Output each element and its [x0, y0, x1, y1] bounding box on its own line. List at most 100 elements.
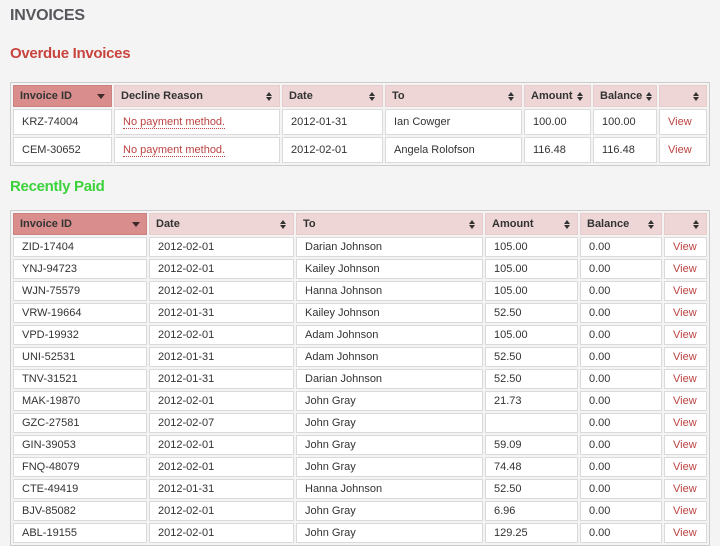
table-row: FNQ-480792012-02-01John Gray74.480.00Vie…: [13, 457, 707, 477]
column-header-decline-reason[interactable]: Decline Reason: [114, 85, 280, 107]
column-header-date[interactable]: Date: [149, 213, 294, 235]
sort-desc-icon: [97, 94, 105, 99]
cell-amount: 59.09: [485, 435, 578, 455]
cell-invoice-id: ABL-19155: [13, 523, 147, 543]
column-header-to[interactable]: To: [385, 85, 522, 107]
cell-amount: 116.48: [524, 137, 591, 163]
cell-date: 2012-02-01: [149, 457, 294, 477]
cell-to: Kailey Johnson: [296, 303, 483, 323]
cell-to: Hanna Johnson: [296, 479, 483, 499]
cell-actions: View: [664, 479, 707, 499]
column-header-label: Amount: [531, 90, 573, 102]
cell-invoice-id: CEM-30652: [13, 137, 112, 163]
table-row: VPD-199322012-02-01Adam Johnson105.000.0…: [13, 325, 707, 345]
cell-to: Adam Johnson: [296, 325, 483, 345]
cell-amount: 52.50: [485, 369, 578, 389]
invoices-page: INVOICES Overdue Invoices Invoice IDDecl…: [0, 0, 720, 546]
table-row: KRZ-74004No payment method.2012-01-31Ian…: [13, 109, 707, 135]
cell-actions: View: [664, 369, 707, 389]
table-row: BJV-850822012-02-01John Gray6.960.00View: [13, 501, 707, 521]
sort-both-icon: [280, 220, 287, 229]
recently-paid-heading: Recently Paid: [10, 179, 710, 195]
cell-amount: 52.50: [485, 303, 578, 323]
decline-reason-link[interactable]: No payment method.: [123, 144, 225, 157]
view-invoice-link[interactable]: View: [673, 329, 697, 341]
column-header-amount[interactable]: Amount: [485, 213, 578, 235]
cell-actions: View: [664, 237, 707, 257]
cell-to: John Gray: [296, 457, 483, 477]
column-header-balance[interactable]: Balance: [593, 85, 657, 107]
table-row: CTE-494192012-01-31Hanna Johnson52.500.0…: [13, 479, 707, 499]
table-row: GZC-275812012-02-07John Gray0.00View: [13, 413, 707, 433]
cell-amount: 74.48: [485, 457, 578, 477]
cell-to: John Gray: [296, 435, 483, 455]
table-row: UNI-525312012-01-31Adam Johnson52.500.00…: [13, 347, 707, 367]
view-invoice-link[interactable]: View: [673, 461, 697, 473]
table-row: YNJ-947232012-02-01Kailey Johnson105.000…: [13, 259, 707, 279]
view-invoice-link[interactable]: View: [668, 144, 692, 156]
view-invoice-link[interactable]: View: [673, 351, 697, 363]
view-invoice-link[interactable]: View: [673, 439, 697, 451]
view-invoice-link[interactable]: View: [673, 307, 697, 319]
sort-both-icon: [469, 220, 476, 229]
cell-amount: [485, 413, 578, 433]
header-row: Invoice ID Date To Amount Balance: [13, 213, 707, 235]
view-invoice-link[interactable]: View: [668, 116, 692, 128]
view-invoice-link[interactable]: View: [673, 527, 697, 539]
cell-balance: 116.48: [593, 137, 657, 163]
cell-amount: 6.96: [485, 501, 578, 521]
sort-both-icon: [693, 220, 700, 229]
view-invoice-link[interactable]: View: [673, 263, 697, 275]
column-header-label: Date: [156, 218, 180, 230]
cell-amount: 52.50: [485, 479, 578, 499]
column-header-label: Date: [289, 90, 313, 102]
cell-date: 2012-02-01: [149, 391, 294, 411]
column-header-to[interactable]: To: [296, 213, 483, 235]
cell-date: 2012-02-01: [282, 137, 383, 163]
cell-date: 2012-02-01: [149, 237, 294, 257]
table-row: CEM-30652No payment method.2012-02-01Ang…: [13, 137, 707, 163]
cell-balance: 0.00: [580, 501, 662, 521]
view-invoice-link[interactable]: View: [673, 241, 697, 253]
page-title: INVOICES: [10, 8, 710, 24]
cell-invoice-id: CTE-49419: [13, 479, 147, 499]
table-row: MAK-198702012-02-01John Gray21.730.00Vie…: [13, 391, 707, 411]
cell-amount: 52.50: [485, 347, 578, 367]
table-row: TNV-315212012-01-31Darian Johnson52.500.…: [13, 369, 707, 389]
cell-to: Kailey Johnson: [296, 259, 483, 279]
table-row: GIN-390532012-02-01John Gray59.090.00Vie…: [13, 435, 707, 455]
cell-amount: 105.00: [485, 325, 578, 345]
column-header-label: Decline Reason: [121, 90, 203, 102]
column-header-actions[interactable]: [664, 213, 707, 235]
table-row: VRW-196642012-01-31Kailey Johnson52.500.…: [13, 303, 707, 323]
cell-to: Ian Cowger: [385, 109, 522, 135]
view-invoice-link[interactable]: View: [673, 417, 697, 429]
decline-reason-link[interactable]: No payment method.: [123, 116, 225, 129]
column-header-actions[interactable]: [659, 85, 707, 107]
column-header-date[interactable]: Date: [282, 85, 383, 107]
column-header-amount[interactable]: Amount: [524, 85, 591, 107]
cell-balance: 0.00: [580, 237, 662, 257]
column-header-label: Balance: [587, 218, 629, 230]
column-header-invoice-id[interactable]: Invoice ID: [13, 213, 147, 235]
column-header-balance[interactable]: Balance: [580, 213, 662, 235]
cell-to: Darian Johnson: [296, 237, 483, 257]
cell-decline-reason: No payment method.: [114, 137, 280, 163]
cell-amount: 129.25: [485, 523, 578, 543]
view-invoice-link[interactable]: View: [673, 395, 697, 407]
view-invoice-link[interactable]: View: [673, 373, 697, 385]
column-header-label: To: [303, 218, 316, 230]
cell-invoice-id: ZID-17404: [13, 237, 147, 257]
view-invoice-link[interactable]: View: [673, 285, 697, 297]
cell-actions: View: [664, 391, 707, 411]
header-row: Invoice ID Decline Reason Date To Amount Bala…: [13, 85, 707, 107]
cell-amount: 21.73: [485, 391, 578, 411]
column-header-invoice-id[interactable]: Invoice ID: [13, 85, 112, 107]
cell-invoice-id: BJV-85082: [13, 501, 147, 521]
sort-both-icon: [508, 92, 515, 101]
cell-actions: View: [659, 109, 707, 135]
cell-date: 2012-02-01: [149, 523, 294, 543]
view-invoice-link[interactable]: View: [673, 483, 697, 495]
view-invoice-link[interactable]: View: [673, 505, 697, 517]
cell-balance: 0.00: [580, 281, 662, 301]
